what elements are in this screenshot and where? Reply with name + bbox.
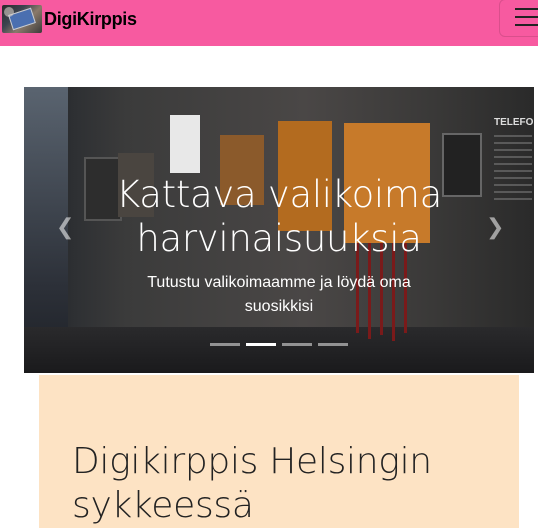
- brand-name: DigiKirppis: [44, 8, 137, 29]
- carousel-indicators: [210, 343, 348, 346]
- hamburger-menu-icon: [515, 8, 538, 10]
- carousel-title: Kattava valikoima harvinaisuuksia: [115, 173, 443, 260]
- navbar: DigiKirppis: [0, 0, 538, 46]
- brand-link[interactable]: DigiKirppis: [2, 3, 137, 35]
- carousel-indicator-4[interactable]: [318, 343, 348, 346]
- info-title: Digikirppis Helsingin sykkeessä: [72, 441, 432, 526]
- carousel-subtitle: Tutustu valikoimaamme ja löydä oma suosi…: [147, 274, 411, 315]
- carousel-indicator-1[interactable]: [210, 343, 240, 346]
- hero-carousel: TELEFON ❮ ❯ Kattava valikoima harvinaisu…: [24, 87, 534, 373]
- phone-logo-icon: [2, 5, 42, 33]
- carousel-indicator-2[interactable]: [246, 343, 276, 346]
- carousel-indicator-3[interactable]: [282, 343, 312, 346]
- hamburger-menu-button[interactable]: [499, 0, 538, 37]
- info-section: Digikirppis Helsingin sykkeessä: [39, 375, 519, 528]
